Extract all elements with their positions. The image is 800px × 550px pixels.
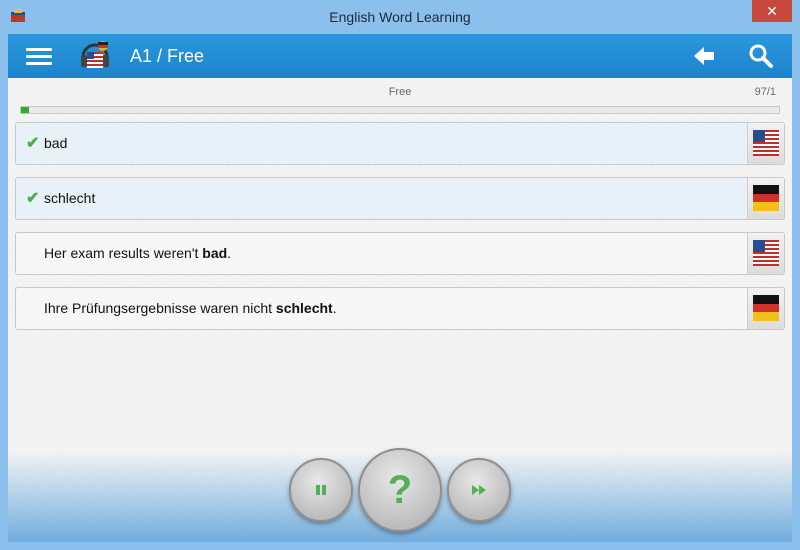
title-bar: English Word Learning ✕ xyxy=(0,0,800,34)
progress-bar xyxy=(20,106,780,114)
de-flag-icon[interactable] xyxy=(747,288,784,329)
window-title: English Word Learning xyxy=(329,9,471,25)
us-flag-icon[interactable] xyxy=(747,123,784,164)
progress-fill xyxy=(21,107,29,113)
de-flag-icon[interactable] xyxy=(747,178,784,219)
app-content: A1 / Free Free 97/1 ✔ bad ✔ schlecht Her… xyxy=(8,34,792,542)
help-button[interactable]: ? xyxy=(358,448,442,532)
page-title: A1 / Free xyxy=(130,46,205,66)
sentence-card-english[interactable]: Her exam results weren't bad. xyxy=(15,232,785,275)
progress-count: 97/1 xyxy=(754,86,776,98)
word-text: bad xyxy=(44,135,68,151)
us-flag-icon[interactable] xyxy=(747,233,784,274)
headphones-flag-icon xyxy=(81,41,109,68)
pause-button[interactable] xyxy=(289,458,353,522)
pause-icon xyxy=(291,460,351,520)
sentence-text: Ihre Prüfungsergebnisse waren nicht schl… xyxy=(44,300,337,316)
app-bar: A1 / Free xyxy=(8,34,792,78)
question-icon: ? xyxy=(387,467,413,512)
search-icon[interactable] xyxy=(748,43,774,69)
next-button[interactable] xyxy=(447,458,511,522)
sentence-card-german[interactable]: Ihre Prüfungsergebnisse waren nicht schl… xyxy=(15,287,785,330)
word-card-german[interactable]: ✔ schlecht xyxy=(15,177,785,220)
close-button[interactable]: ✕ xyxy=(752,0,792,22)
app-window: English Word Learning ✕ A1 / Free Free 9… xyxy=(0,0,800,550)
back-arrow-icon[interactable] xyxy=(692,44,716,68)
word-text: schlecht xyxy=(44,190,96,206)
fast-forward-icon xyxy=(449,460,509,520)
word-card-english[interactable]: ✔ bad xyxy=(15,122,785,165)
progress-label: Free xyxy=(388,86,412,98)
check-icon: ✔ xyxy=(26,190,40,207)
menu-icon[interactable] xyxy=(26,45,52,67)
check-icon: ✔ xyxy=(26,135,40,152)
sentence-text: Her exam results weren't bad. xyxy=(44,245,232,261)
